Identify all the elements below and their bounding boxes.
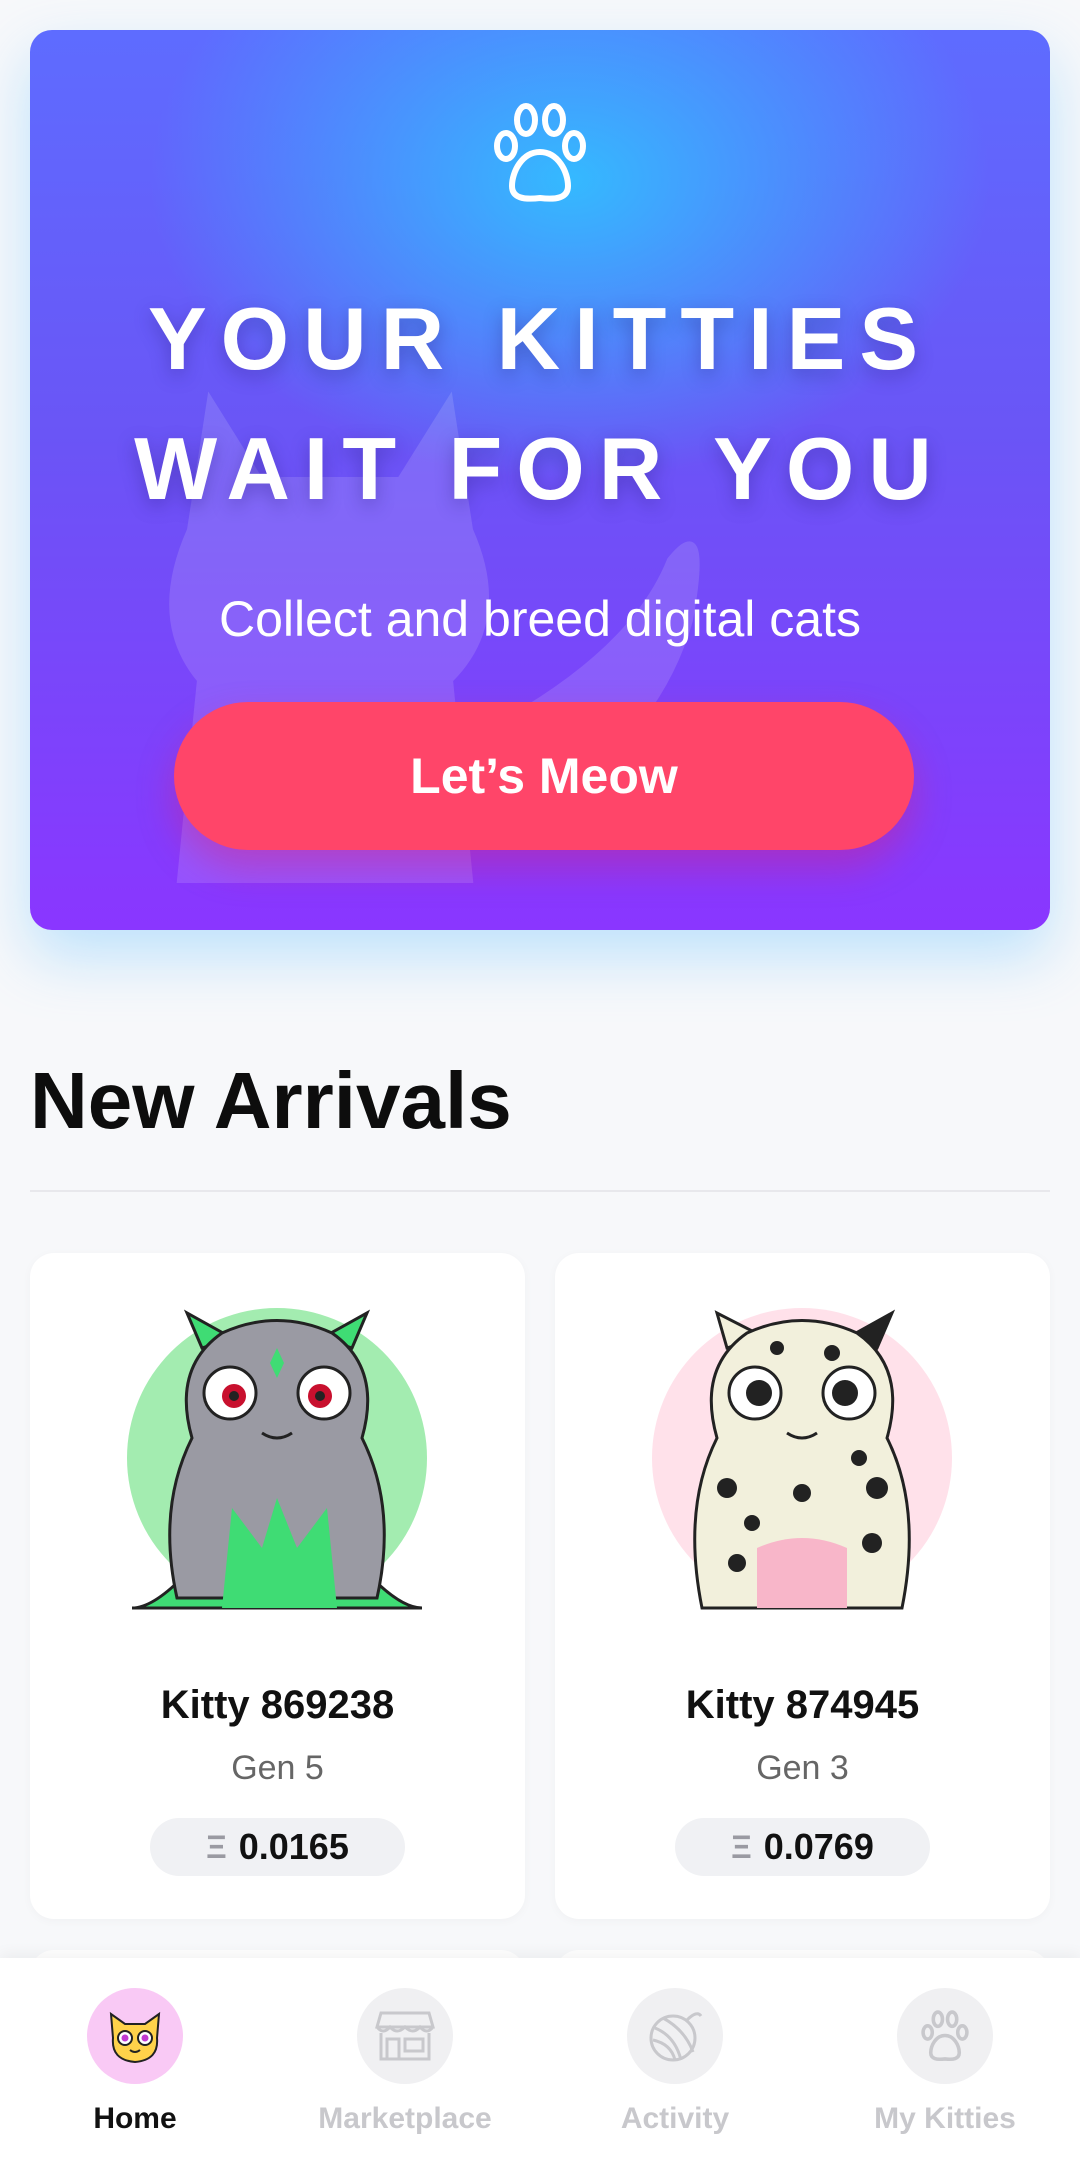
bottom-navigation: Home Marketplace Activity My Kitties: [0, 1958, 1080, 2160]
lets-meow-button[interactable]: Let’s Meow: [174, 702, 914, 850]
kitty-generation: Gen 3: [756, 1749, 849, 1787]
nav-item-my-kitties[interactable]: My Kitties: [835, 1988, 1055, 2148]
hero-title-line2: WAIT FOR YOU: [134, 419, 946, 518]
yarn-ball-icon: [627, 1988, 723, 2084]
kitty-image: [127, 1308, 427, 1610]
nav-label: Home: [93, 2102, 177, 2135]
paw-icon: [897, 1988, 993, 2084]
paw-icon: [494, 103, 586, 202]
section-title: New Arrivals: [30, 1056, 512, 1145]
price-badge: Ξ 0.0165: [150, 1818, 405, 1876]
eth-icon: Ξ: [206, 1828, 227, 1865]
kitty-face-icon: [87, 1988, 183, 2084]
price-value: 0.0165: [238, 1826, 349, 1867]
kitty-name: Kitty 869238: [160, 1683, 395, 1727]
eth-icon: Ξ: [731, 1828, 752, 1865]
hero-banner: YOUR KITTIES WAIT FOR YOU Collect and br…: [30, 30, 1050, 930]
hero-title-line1: YOUR KITTIES: [147, 289, 933, 388]
kitty-name: Kitty 874945: [685, 1683, 920, 1727]
kitty-card[interactable]: Kitty 869238 Gen 5 Ξ 0.0165: [30, 1253, 525, 1919]
nav-label: My Kitties: [874, 2102, 1016, 2135]
hero-subtitle: Collect and breed digital cats: [218, 591, 862, 647]
nav-item-home[interactable]: Home: [25, 1988, 245, 2148]
store-icon: [357, 1988, 453, 2084]
kitty-card[interactable]: Kitty 874945 Gen 3 Ξ 0.0769: [555, 1253, 1050, 1919]
kitty-image: [652, 1308, 952, 1610]
nav-label: Marketplace: [318, 2102, 492, 2135]
kitty-generation: Gen 5: [231, 1749, 324, 1787]
price-value: 0.0769: [763, 1826, 874, 1867]
price-badge: Ξ 0.0769: [675, 1818, 930, 1876]
section-divider: [30, 1190, 1050, 1192]
nav-item-activity[interactable]: Activity: [565, 1988, 785, 2148]
nav-item-marketplace[interactable]: Marketplace: [295, 1988, 515, 2148]
home-screen: YOUR KITTIES WAIT FOR YOU Collect and br…: [0, 0, 1080, 2160]
nav-label: Activity: [620, 2102, 730, 2135]
